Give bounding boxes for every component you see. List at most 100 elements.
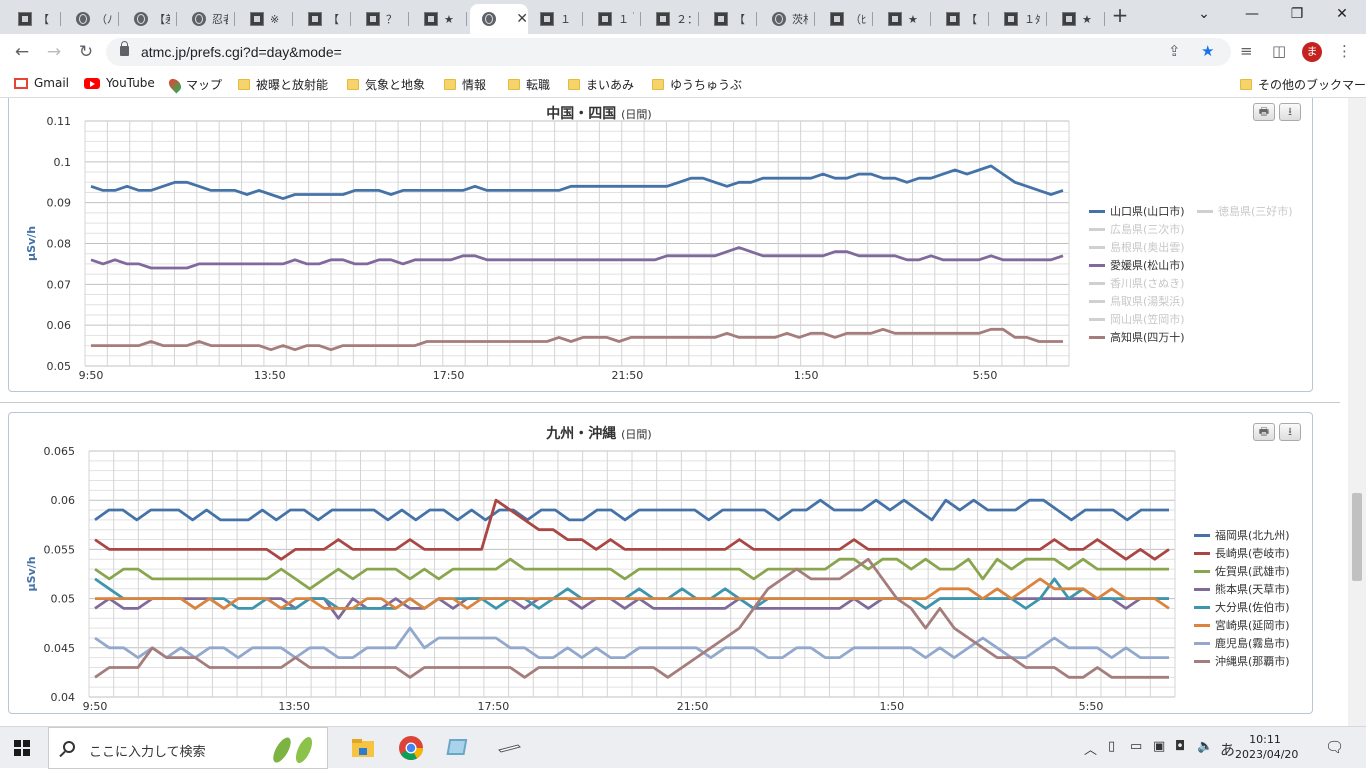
legend-item[interactable]: 福岡県(北九州)	[1194, 527, 1290, 543]
chevron-up-icon[interactable]: ︿	[1084, 739, 1097, 758]
legend-item[interactable]: 徳島県(三好市)	[1197, 203, 1293, 219]
legend-item[interactable]: 山口県(山口市)	[1089, 203, 1185, 219]
phone-icon[interactable]: ▯	[1108, 739, 1115, 754]
airplane-icon[interactable]	[496, 735, 522, 761]
browser-tab[interactable]: ★【	[876, 4, 931, 34]
maximize-button[interactable]: ❐	[1285, 4, 1309, 24]
close-tab-icon[interactable]: ✕	[516, 11, 528, 27]
bookmark-item[interactable]: 情報	[444, 76, 486, 93]
bookmark-star-icon[interactable]: ★	[1201, 42, 1214, 60]
legend-item[interactable]: 沖縄県(那覇市)	[1194, 653, 1290, 669]
browser-tab[interactable]: ？【	[354, 4, 409, 34]
close-window-button[interactable]: ✕	[1330, 4, 1354, 24]
bookmark-item[interactable]: Gmail	[14, 76, 69, 90]
legend-label: 広島県(三次市)	[1110, 223, 1185, 236]
site-icon	[424, 12, 438, 26]
legend-label: 山口県(山口市)	[1110, 205, 1185, 218]
legend-item[interactable]: 鹿児島(霧島市)	[1194, 635, 1290, 651]
browser-tab[interactable]: 【	[934, 4, 989, 34]
side-panel-icon[interactable]: ◫	[1272, 42, 1286, 60]
lock-icon[interactable]	[120, 41, 129, 56]
browser-tab[interactable]: １｀	[586, 4, 641, 34]
address-bar[interactable]: atmc.jp/prefs.cgi?d=day&mode= ⇪ ★	[106, 38, 1231, 66]
legend-item[interactable]: 大分県(佐伯市)	[1194, 599, 1290, 615]
browser-tab[interactable]: 【	[702, 4, 757, 34]
bookmark-item[interactable]: まいあみ	[568, 76, 634, 93]
browser-tab[interactable]: 【	[296, 4, 351, 34]
bookmark-item[interactable]: マップ	[166, 76, 222, 93]
profile-avatar[interactable]: ま	[1302, 42, 1322, 62]
tab-search-chevron-icon[interactable]: ⌄	[1192, 4, 1216, 24]
reload-icon[interactable]: ↻	[74, 41, 98, 63]
browser-tab[interactable]: 【	[6, 4, 61, 34]
browser-tab[interactable]: ２：	[644, 4, 699, 34]
leaves-icon	[273, 737, 313, 763]
browser-tab[interactable]: ★【	[1050, 4, 1105, 34]
legend-item[interactable]: 鳥取県(湯梨浜)	[1089, 293, 1185, 309]
legend-item[interactable]: 香川県(さぬき)	[1089, 275, 1184, 291]
media-queue-icon[interactable]: ≡	[1240, 42, 1253, 60]
site-icon	[308, 12, 322, 26]
folder-icon	[568, 79, 580, 90]
legend-item[interactable]: 島根県(奥出雲)	[1089, 239, 1185, 255]
bookmark-item[interactable]: ゆうちゅうぶ	[652, 76, 742, 93]
legend-label: 熊本県(天草市)	[1215, 583, 1290, 596]
globe-icon	[772, 12, 786, 26]
site-icon	[1004, 12, 1018, 26]
battery-icon[interactable]: ▭	[1130, 739, 1142, 754]
other-bookmarks[interactable]: その他のブックマーク	[1240, 76, 1366, 93]
browser-tab[interactable]: 茨材	[760, 4, 815, 34]
legend-item[interactable]: 広島県(三次市)	[1089, 221, 1185, 237]
browser-tab[interactable]: １（	[528, 4, 583, 34]
bookmark-item[interactable]: 転職	[508, 76, 550, 93]
legend-item[interactable]: 熊本県(天草市)	[1194, 581, 1290, 597]
browser-tab[interactable]: 【差	[122, 4, 177, 34]
legend-swatch	[1089, 209, 1105, 213]
wifi-icon[interactable]: ◘	[1175, 739, 1185, 754]
vertical-scrollbar[interactable]	[1348, 98, 1366, 726]
chrome-icon[interactable]	[398, 735, 424, 761]
tab-separator	[408, 12, 409, 26]
forward-arrow-icon[interactable]: →	[42, 41, 66, 63]
back-arrow-icon[interactable]: ←	[10, 41, 34, 63]
tab-separator	[1104, 12, 1105, 26]
monitor-icon[interactable]: ▣	[1153, 739, 1165, 754]
menu-kebab-icon[interactable]: ⋮	[1337, 42, 1352, 60]
legend-item[interactable]: 愛媛県(松山市)	[1089, 257, 1185, 273]
browser-tab[interactable]: ✕	[470, 4, 528, 34]
bookmark-item[interactable]: 被曝と放射能	[238, 76, 328, 93]
legend-swatch	[1194, 551, 1210, 555]
taskbar-search[interactable]: ここに入力して検索	[48, 727, 328, 769]
legend-item[interactable]: 宮崎県(延岡市)	[1194, 617, 1290, 633]
notification-icon[interactable]: 🗨	[1325, 738, 1344, 756]
legend-item[interactable]: 長崎県(壱岐市)	[1194, 545, 1290, 561]
legend-item[interactable]: 高知県(四万十)	[1089, 329, 1185, 345]
file-explorer-icon[interactable]	[350, 735, 376, 761]
site-icon	[540, 12, 554, 26]
legend-label: 岡山県(笠岡市)	[1110, 313, 1185, 326]
browser-tab[interactable]: （ﾉ	[64, 4, 119, 34]
search-placeholder[interactable]: ここに入力して検索	[89, 741, 206, 760]
clock[interactable]: 10:11 2023/04/20	[1235, 732, 1298, 762]
share-icon[interactable]: ⇪	[1168, 42, 1181, 60]
browser-tab[interactable]: ★【	[412, 4, 467, 34]
bookmark-item[interactable]: 気象と地象	[347, 76, 425, 93]
browser-toolbar: ← → ↻ atmc.jp/prefs.cgi?d=day&mode= ⇪ ★ …	[0, 34, 1366, 70]
new-tab-button[interactable]: +	[1110, 5, 1130, 27]
scrollbar-thumb[interactable]	[1352, 493, 1362, 581]
browser-tab[interactable]: 忍者	[180, 4, 235, 34]
legend-item[interactable]: 岡山県(笠岡市)	[1089, 311, 1185, 327]
browser-tab[interactable]: （ﾋ	[818, 4, 873, 34]
minimize-button[interactable]: —	[1240, 4, 1264, 24]
volume-icon[interactable]: 🔈	[1197, 739, 1213, 754]
ime-indicator[interactable]: あ	[1220, 739, 1235, 760]
url-text[interactable]: atmc.jp/prefs.cgi?d=day&mode=	[141, 44, 342, 60]
windows-start-icon[interactable]	[14, 740, 30, 756]
legend-item[interactable]: 佐賀県(武雄市)	[1194, 563, 1290, 579]
browser-tab[interactable]: ※【	[238, 4, 293, 34]
browser-tab[interactable]: １ﾀ	[992, 4, 1047, 34]
x-tick-label: 1:50	[879, 700, 904, 713]
app-icon[interactable]	[446, 735, 472, 761]
bookmark-item[interactable]: YouTube	[84, 76, 155, 90]
legend-swatch	[1089, 281, 1105, 285]
